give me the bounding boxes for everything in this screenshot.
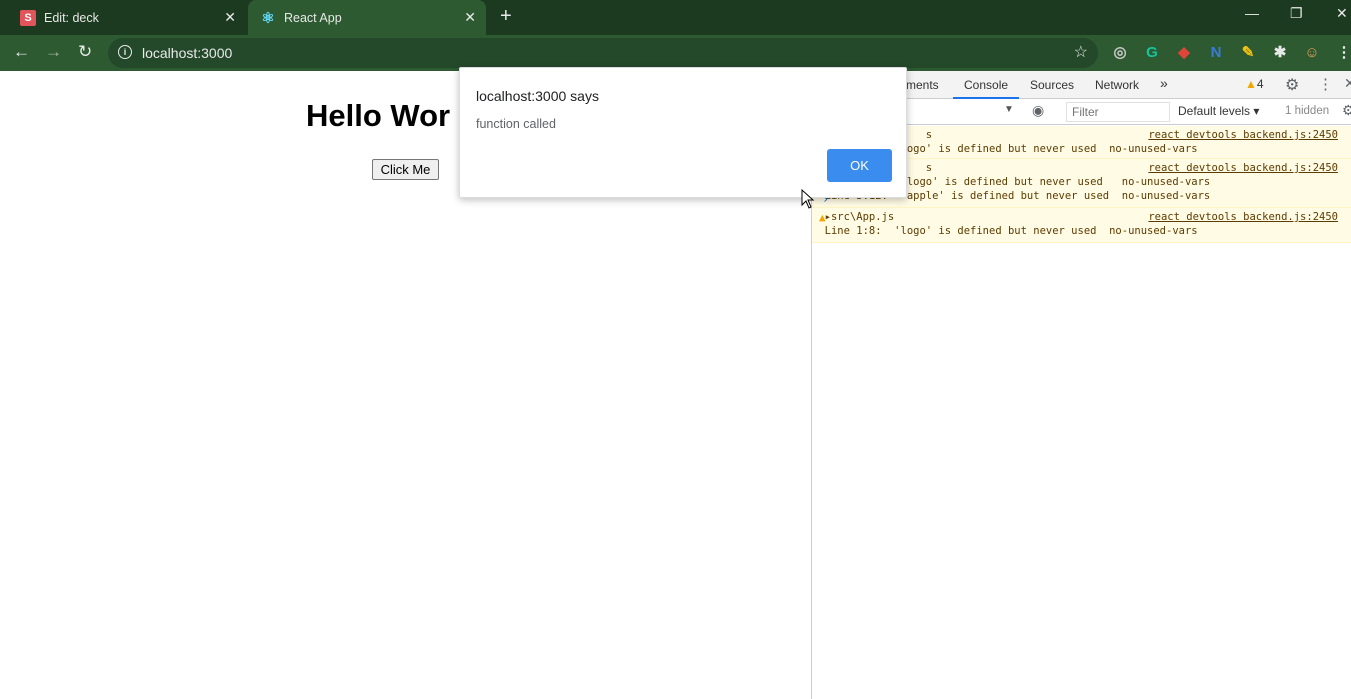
tab-network[interactable]: Network bbox=[1095, 78, 1139, 92]
bookmark-star-icon[interactable]: ☆ bbox=[1074, 42, 1088, 62]
page-heading: Hello Wor bbox=[306, 98, 451, 133]
profile-avatar-icon[interactable]: ☺ bbox=[1303, 43, 1321, 61]
mouse-cursor-icon bbox=[801, 189, 815, 209]
console-warning: ▲ ▸src\App.js Line 1:8: 'logo' is define… bbox=[812, 208, 1351, 243]
tab-edit-deck[interactable]: S Edit: deck ✕ bbox=[8, 0, 246, 35]
source-link[interactable]: react devtools backend.js:2450 bbox=[1148, 162, 1338, 174]
alert-message: function called bbox=[476, 117, 556, 131]
default-levels-dropdown[interactable]: Default levels ▾ bbox=[1178, 104, 1259, 118]
console-filter-input[interactable] bbox=[1066, 102, 1170, 122]
window-close-button[interactable]: ✕ bbox=[1336, 5, 1348, 22]
ok-button[interactable]: OK bbox=[827, 149, 892, 182]
alert-dialog: localhost:3000 says function called OK bbox=[459, 67, 907, 198]
devtools-menu-icon[interactable]: ⋮ bbox=[1318, 75, 1333, 93]
source-link[interactable]: react devtools backend.js:2450 bbox=[1148, 211, 1338, 223]
devtools-settings-icon[interactable]: ⚙ bbox=[1285, 75, 1299, 95]
forward-button[interactable]: → bbox=[45, 42, 62, 62]
n-extension-icon[interactable]: N bbox=[1207, 43, 1225, 61]
warning-icon: ▲ bbox=[819, 211, 826, 224]
red-extension-icon[interactable]: ◆ bbox=[1175, 43, 1193, 61]
browser-menu-icon[interactable]: ⋮ bbox=[1335, 43, 1351, 61]
reload-button[interactable]: ↻ bbox=[78, 42, 92, 62]
message-line: Line 1:8: 'logo' is defined but never us… bbox=[812, 225, 1198, 237]
tab-console[interactable]: Console bbox=[964, 78, 1008, 92]
minimize-button[interactable]: — bbox=[1245, 5, 1259, 21]
tab-elements[interactable]: ments bbox=[906, 78, 939, 92]
close-tab-icon[interactable]: ✕ bbox=[224, 9, 236, 26]
tab-react-app[interactable]: ⚛ React App ✕ bbox=[248, 0, 486, 35]
hidden-count: 1 hidden bbox=[1285, 105, 1330, 117]
warnings-counter[interactable]: ▲4 bbox=[1245, 77, 1264, 91]
restore-button[interactable]: ❐ bbox=[1290, 5, 1303, 22]
circle-extension-icon[interactable]: ◎ bbox=[1111, 43, 1129, 61]
tab-title: Edit: deck bbox=[44, 10, 99, 25]
site-info-icon[interactable]: i bbox=[118, 45, 132, 59]
slides-favicon-icon: S bbox=[20, 9, 36, 26]
browser-toolbar: ← → ↻ i localhost:3000 ☆ ◎ G ◆ N ✎ ✱ ☺ ⋮ bbox=[0, 35, 1351, 71]
context-dropdown-caret-icon[interactable]: ▼ bbox=[1004, 104, 1014, 115]
address-bar[interactable]: i localhost:3000 ☆ bbox=[108, 38, 1098, 68]
console-settings-icon[interactable]: ⚙ bbox=[1342, 102, 1351, 119]
tab-sources[interactable]: Sources bbox=[1030, 78, 1074, 92]
tab-title: React App bbox=[284, 10, 342, 25]
new-tab-button[interactable]: + bbox=[500, 5, 512, 28]
live-expression-eye-icon[interactable]: ◉ bbox=[1032, 102, 1044, 119]
puzzle-extensions-icon[interactable]: ✱ bbox=[1271, 43, 1289, 61]
tab-strip: S Edit: deck ✕ ⚛ React App ✕ + — ❐ ✕ bbox=[0, 0, 1351, 35]
devtools-close-icon[interactable]: ✕ bbox=[1344, 75, 1351, 92]
close-tab-icon[interactable]: ✕ bbox=[464, 9, 476, 26]
warnings-count: 4 bbox=[1256, 77, 1264, 91]
source-link[interactable]: react devtools backend.js:2450 bbox=[1148, 129, 1338, 141]
react-favicon-icon: ⚛ bbox=[261, 9, 275, 27]
click-me-button[interactable]: Click Me bbox=[372, 159, 439, 180]
back-button[interactable]: ← bbox=[13, 42, 30, 62]
warning-icon: ▲ bbox=[1245, 77, 1257, 91]
pencil-extension-icon[interactable]: ✎ bbox=[1239, 43, 1257, 61]
grammarly-extension-icon[interactable]: G bbox=[1143, 43, 1161, 61]
alert-title: localhost:3000 says bbox=[476, 88, 599, 104]
address-url[interactable]: localhost:3000 bbox=[142, 45, 232, 61]
more-tabs-button[interactable]: » bbox=[1160, 75, 1168, 91]
